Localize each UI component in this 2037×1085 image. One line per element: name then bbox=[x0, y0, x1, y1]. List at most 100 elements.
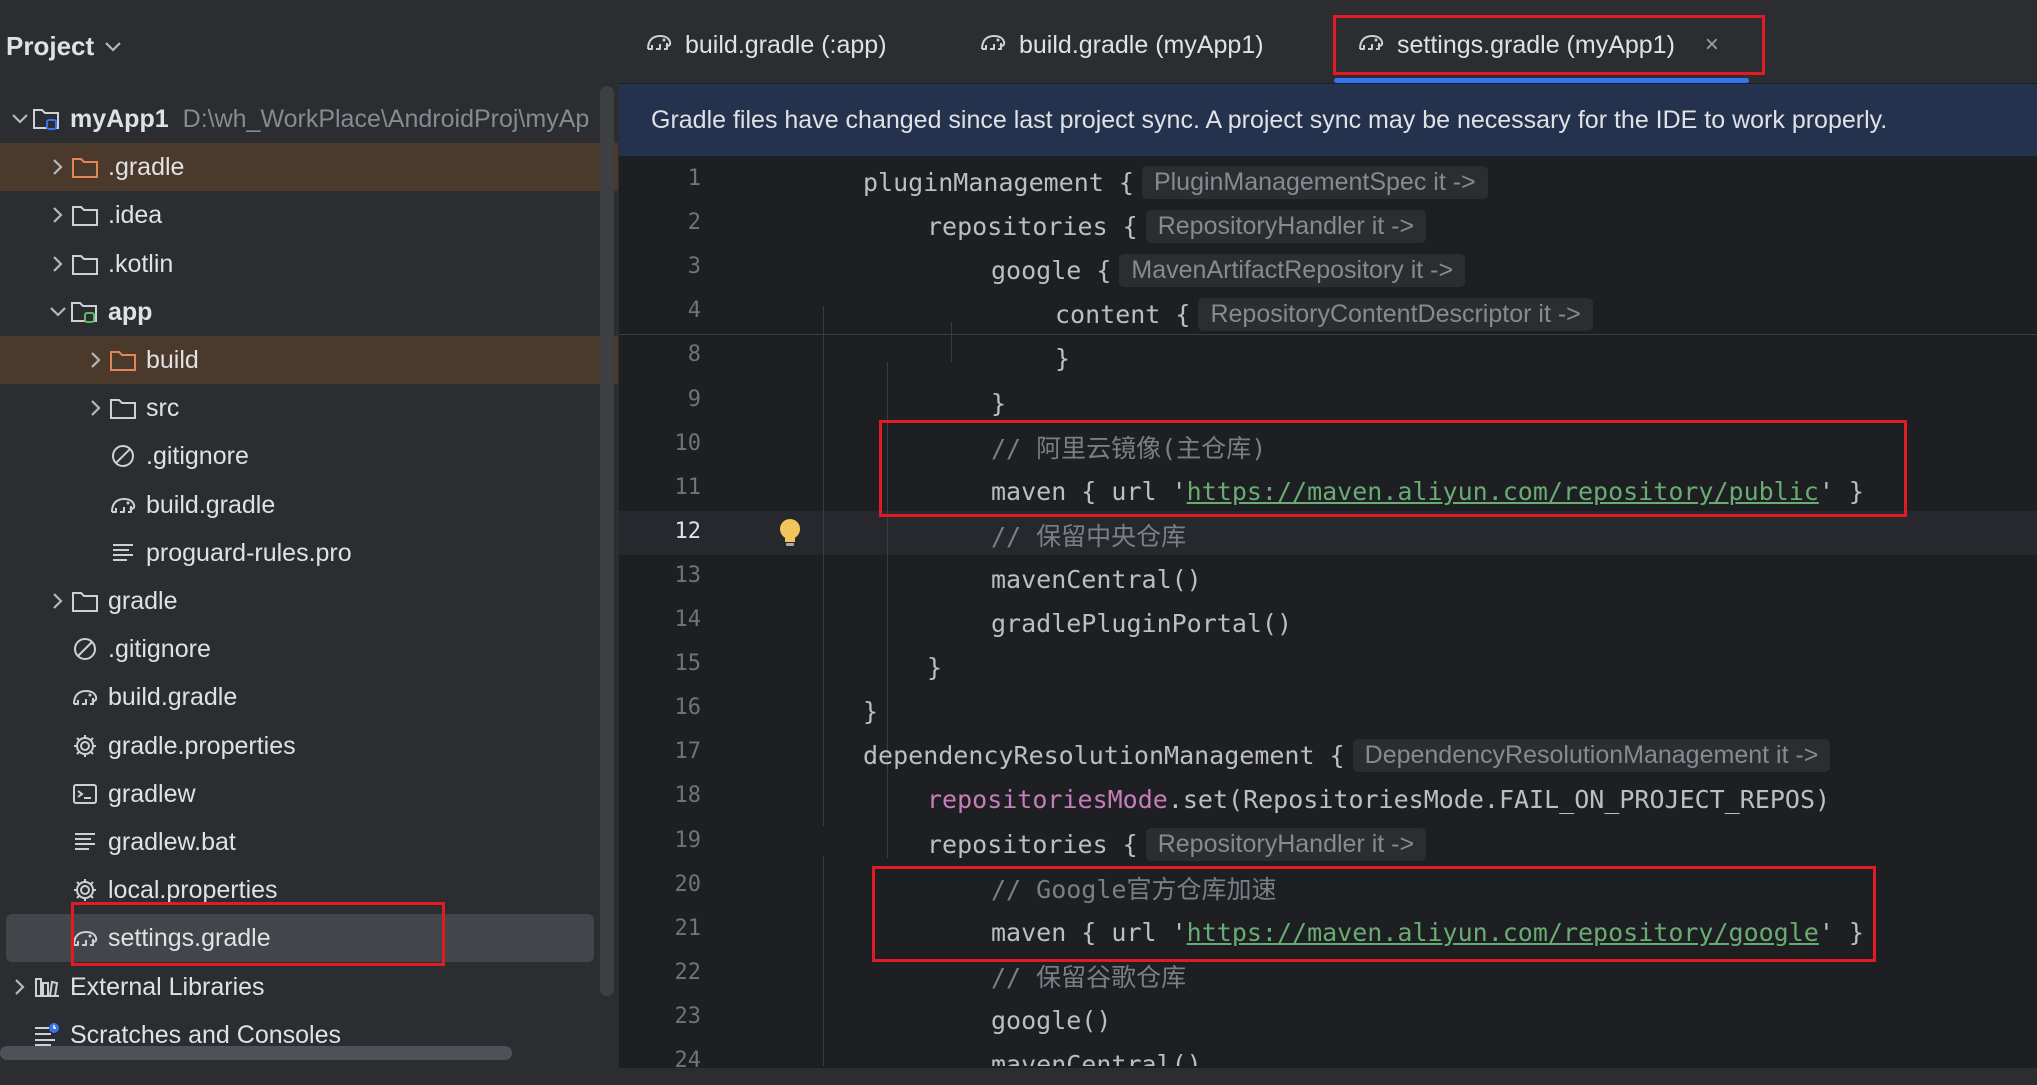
code-line: content {RepositoryContentDescriptor it … bbox=[1055, 292, 1593, 336]
tree-item-label: .gradle bbox=[108, 152, 185, 181]
project-tree-horizontal-scrollbar[interactable] bbox=[0, 1046, 512, 1060]
ignore-file-icon bbox=[108, 441, 138, 471]
line-number: 17 bbox=[674, 739, 702, 764]
folder-icon bbox=[70, 200, 100, 230]
tree-item-build-gradle[interactable]: build.gradle bbox=[0, 481, 618, 529]
excluded-folder-icon bbox=[108, 345, 138, 375]
code-text: maven { url ' bbox=[991, 917, 1187, 947]
line-number: 3 bbox=[687, 254, 701, 279]
tree-item-gitignore[interactable]: .gitignore bbox=[0, 432, 618, 480]
tree-item-local-properties[interactable]: local.properties bbox=[0, 866, 618, 914]
tree-item-label: .gitignore bbox=[108, 634, 211, 663]
code-line: maven { url ' https://maven.aliyun.com/re… bbox=[991, 910, 1864, 954]
tree-item-settings-gradle[interactable]: settings.gradle bbox=[6, 914, 594, 962]
code-line: } bbox=[991, 381, 1006, 425]
tree-item-gitignore[interactable]: .gitignore bbox=[0, 625, 618, 673]
tree-item-gradlew-bat[interactable]: gradlew.bat bbox=[0, 818, 618, 866]
line-number: 18 bbox=[674, 783, 702, 808]
tree-item-kotlin[interactable]: .kotlin bbox=[0, 240, 618, 288]
text-file-icon bbox=[70, 827, 100, 857]
chevron-right-icon[interactable] bbox=[46, 158, 70, 176]
close-tab-icon[interactable]: × bbox=[1705, 31, 1719, 59]
tree-item-gradle[interactable]: gradle bbox=[0, 577, 618, 625]
folder-icon bbox=[70, 586, 100, 616]
code-text: repositories { bbox=[927, 211, 1138, 241]
line-number: 12 bbox=[674, 519, 702, 544]
chevron-right-icon[interactable] bbox=[84, 399, 108, 417]
code-comment: // 保留谷歌仓库 bbox=[991, 963, 1187, 992]
tree-item-label: build bbox=[146, 345, 199, 374]
code-line: maven { url ' https://maven.aliyun.com/re… bbox=[991, 469, 1864, 513]
tree-item-idea[interactable]: .idea bbox=[0, 191, 618, 239]
chevron-right-icon[interactable] bbox=[46, 592, 70, 610]
settings-gear-icon bbox=[70, 875, 100, 905]
repository-url-link[interactable]: https://maven.aliyun.com/repository/publ… bbox=[1187, 477, 1819, 506]
tree-item-external-libraries[interactable]: External Libraries bbox=[0, 963, 618, 1011]
tab-build-gradle-app[interactable]: build.gradle (:app) bbox=[645, 20, 887, 70]
tree-item-src[interactable]: src bbox=[0, 384, 618, 432]
settings-gear-icon bbox=[70, 731, 100, 761]
folder-icon bbox=[70, 249, 100, 279]
tab-label: build.gradle (:app) bbox=[685, 30, 887, 59]
tree-item-label: build.gradle bbox=[108, 682, 238, 711]
line-number-gutter: 1 2 3 4 8 9 10 11 12 13 14 15 16 17 18 19 20 21 22 23 24 bbox=[619, 156, 759, 1085]
module-folder-icon bbox=[32, 104, 62, 134]
code-text: content { bbox=[1055, 299, 1191, 329]
sync-banner-text: Gradle files have changed since last pro… bbox=[651, 105, 1888, 134]
tree-item-myapp1[interactable]: myApp1 D:\wh_WorkPlace\AndroidProj\myAp bbox=[0, 95, 618, 143]
code-text: } bbox=[991, 388, 1007, 418]
code-text: maven { url ' bbox=[991, 476, 1187, 506]
chevron-down-icon[interactable] bbox=[8, 113, 32, 125]
tree-item-label: myApp1 bbox=[70, 104, 169, 133]
code-text: } bbox=[927, 652, 943, 682]
editor-area: build.gradle (:app) build.gradle (myApp1… bbox=[619, 0, 2037, 1085]
chevron-right-icon[interactable] bbox=[8, 978, 32, 996]
tree-item-label: settings.gradle bbox=[108, 923, 271, 952]
tree-item-label: gradle.properties bbox=[108, 731, 296, 760]
chevron-right-icon[interactable] bbox=[46, 255, 70, 273]
chevron-right-icon[interactable] bbox=[46, 206, 70, 224]
code-line: } bbox=[1055, 336, 1070, 380]
inlay-parameter-hint: RepositoryContentDescriptor it -> bbox=[1198, 297, 1593, 331]
gradle-sync-notification: Gradle files have changed since last pro… bbox=[619, 84, 2037, 156]
chevron-down-icon[interactable] bbox=[46, 306, 70, 318]
folder-icon bbox=[108, 393, 138, 423]
tree-item-build[interactable]: build bbox=[0, 336, 618, 384]
tree-item-build-gradle[interactable]: build.gradle bbox=[0, 673, 618, 721]
terminal-script-icon bbox=[70, 779, 100, 809]
gradle-elephant-icon bbox=[108, 490, 138, 520]
indent-guide bbox=[887, 362, 888, 858]
tree-item-gradle-properties[interactable]: gradle.properties bbox=[0, 722, 618, 770]
tree-item-label: gradlew.bat bbox=[108, 827, 236, 856]
intention-bulb-icon[interactable] bbox=[775, 516, 805, 550]
code-line: pluginManagement {PluginManagementSpec i… bbox=[863, 160, 1488, 204]
inlay-parameter-hint: DependencyResolutionManagement it -> bbox=[1352, 738, 1831, 772]
chevron-down-icon bbox=[104, 37, 122, 58]
code-text: } bbox=[863, 696, 879, 726]
line-number: 1 bbox=[687, 166, 701, 191]
code-line: repositories {RepositoryHandler it -> bbox=[927, 204, 1427, 248]
tree-item-app[interactable]: app bbox=[0, 288, 618, 336]
code-editor[interactable]: pluginManagement {PluginManagementSpec i… bbox=[759, 156, 2037, 1066]
tree-item-gradlew[interactable]: gradlew bbox=[0, 770, 618, 818]
code-property: repositoriesMode bbox=[927, 784, 1168, 814]
chevron-right-icon[interactable] bbox=[84, 351, 108, 369]
tab-settings-gradle-myapp1[interactable]: settings.gradle (myApp1) × bbox=[1357, 20, 1719, 70]
tree-item-gradle[interactable]: .gradle bbox=[0, 143, 618, 191]
repository-url-link[interactable]: https://maven.aliyun.com/repository/goog… bbox=[1187, 918, 1819, 947]
project-view-title: Project bbox=[6, 30, 95, 61]
indent-guide bbox=[823, 856, 824, 1066]
code-text: .set(RepositoriesMode.FAIL_ON_PROJECT_RE… bbox=[1167, 784, 1831, 814]
gradle-elephant-icon bbox=[645, 30, 673, 61]
inlay-parameter-hint: MavenArtifactRepository it -> bbox=[1119, 253, 1466, 287]
tree-item-label: .gitignore bbox=[146, 441, 249, 470]
code-line: } bbox=[863, 689, 878, 733]
tree-item-proguard-rules-pro[interactable]: proguard-rules.pro bbox=[0, 529, 618, 577]
project-tree-vertical-scrollbar[interactable] bbox=[600, 86, 614, 996]
code-text: pluginManagement { bbox=[863, 167, 1134, 197]
tree-item-label: src bbox=[146, 393, 180, 422]
project-view-selector[interactable]: Project bbox=[6, 26, 122, 66]
tab-build-gradle-myapp1[interactable]: build.gradle (myApp1) bbox=[979, 20, 1264, 70]
tree-item-label: local.properties bbox=[108, 875, 278, 904]
code-text: mavenCentral() bbox=[991, 564, 1202, 594]
